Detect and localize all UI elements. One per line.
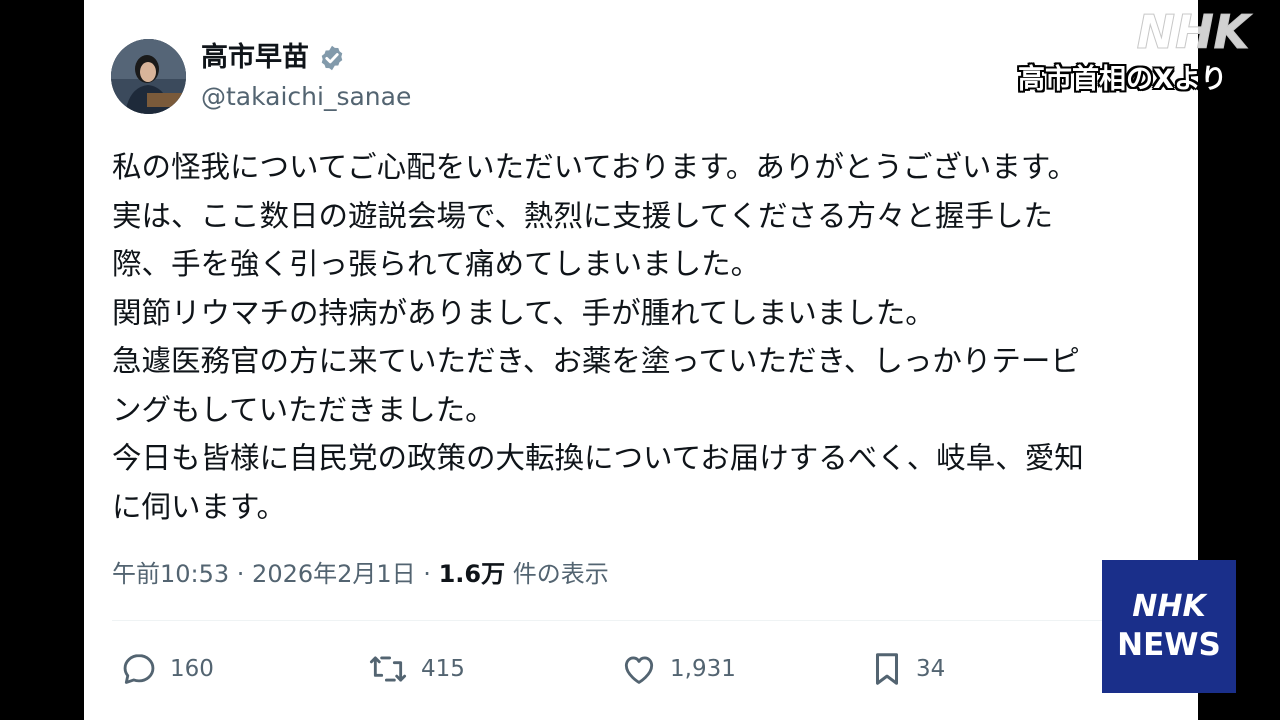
- tweet-text-line: 私の怪我についてご心配をいただいております。ありがとうございます。: [112, 150, 1077, 184]
- tweet-text-line: 急遽医務官の方に来ていただき、お薬を塗っていただき、しっかりテーピ: [112, 344, 1080, 378]
- retweet-count: 415: [421, 656, 465, 682]
- views-count: 1.6万: [438, 560, 506, 588]
- tweet-card: 高市早苗 @takaichi_sanae 私の怪我についてご心配をいただいており…: [84, 0, 1198, 720]
- source-caption: 高市首相のXより: [1018, 64, 1228, 95]
- display-name[interactable]: 高市早苗: [201, 40, 309, 76]
- reply-icon: [123, 654, 155, 684]
- like-count: 1,931: [670, 656, 736, 682]
- action-bar: 160 415 1,931 34: [84, 645, 1198, 693]
- nhk-news-badge-line2: NEWS: [1117, 627, 1221, 663]
- nhk-watermark-logo: NHK: [1136, 6, 1253, 56]
- tweet-meta: 午前10:53 · 2026年2月1日 · 1.6万 件の表示: [112, 556, 609, 592]
- heart-icon: [624, 656, 654, 684]
- retweet-icon: [369, 656, 407, 682]
- tweet-text-line: ングもしていただきました。: [112, 392, 495, 427]
- svg-text:NHK: NHK: [1137, 6, 1253, 56]
- verified-badge-icon: [318, 44, 346, 72]
- reply-count: 160: [170, 656, 214, 682]
- tweet-timestamp[interactable]: 午前10:53 · 2026年2月1日 ·: [112, 560, 439, 588]
- like-button[interactable]: 1,931: [620, 645, 736, 693]
- divider: [112, 620, 1170, 621]
- nhk-news-badge-line1: NHK: [1132, 589, 1206, 624]
- tweet-text: 私の怪我についてご心配をいただいております。ありがとうございます。 実は、ここ数…: [112, 143, 1182, 531]
- bookmark-button[interactable]: 34: [870, 645, 945, 693]
- reply-button[interactable]: 160: [120, 645, 214, 693]
- tweet-text-line: に伺います。: [112, 489, 287, 524]
- tweet-text-line: 関節リウマチの持病がありまして、手が腫れてしまいました。: [112, 295, 935, 330]
- tweet-text-line: 実は、ここ数日の遊説会場で、熱烈に支援してくださる方々と握手した: [112, 198, 1054, 233]
- tweet-text-line: 際、手を強く引っ張られて痛めてしまいました。: [112, 247, 761, 281]
- retweet-button[interactable]: 415: [367, 645, 465, 693]
- user-handle[interactable]: @takaichi_sanae: [201, 80, 411, 114]
- nhk-news-badge: NHK NEWS: [1102, 560, 1236, 693]
- tweet-text-line: 今日も皆様に自民党の政策の大転換についてお届けするべく、岐阜、愛知: [112, 441, 1084, 475]
- bookmark-count: 34: [916, 656, 946, 682]
- avatar[interactable]: [111, 39, 186, 114]
- bookmark-icon: [875, 653, 899, 685]
- views-label: 件の表示: [505, 560, 609, 588]
